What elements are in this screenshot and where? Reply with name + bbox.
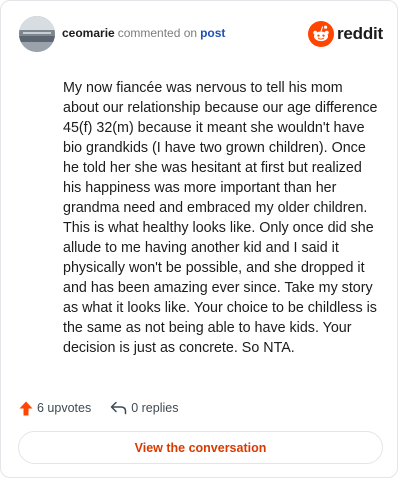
username-link[interactable]: ceomarie <box>62 26 115 40</box>
reddit-brand[interactable]: reddit <box>307 19 383 49</box>
avatar-image <box>19 16 55 52</box>
upvote-count: 6 upvotes <box>37 401 92 415</box>
reddit-logo-icon <box>307 21 334 47</box>
view-conversation-button[interactable]: View the conversation <box>18 431 383 464</box>
reply-stat[interactable]: 0 replies <box>110 401 178 415</box>
comment-header: ceomarie commented on post reddit <box>19 16 383 52</box>
post-link[interactable]: post <box>200 26 225 40</box>
reply-count: 0 replies <box>131 401 179 415</box>
comment-body: My now fiancée was nervous to tell his m… <box>63 80 378 356</box>
comment-stats: 6 upvotes 0 replies <box>19 398 178 418</box>
user-avatar[interactable] <box>19 16 55 52</box>
comment-card: ceomarie commented on post reddit My now f… <box>0 0 398 478</box>
brand-wordmark: reddit <box>336 24 383 43</box>
upvote-stat[interactable]: 6 upvotes <box>19 401 91 416</box>
action-text: commented on <box>117 26 198 40</box>
upvote-arrow-icon <box>19 401 33 415</box>
reply-arrow-icon <box>110 401 127 415</box>
comment-meta: ceomarie commented on post <box>62 26 225 40</box>
